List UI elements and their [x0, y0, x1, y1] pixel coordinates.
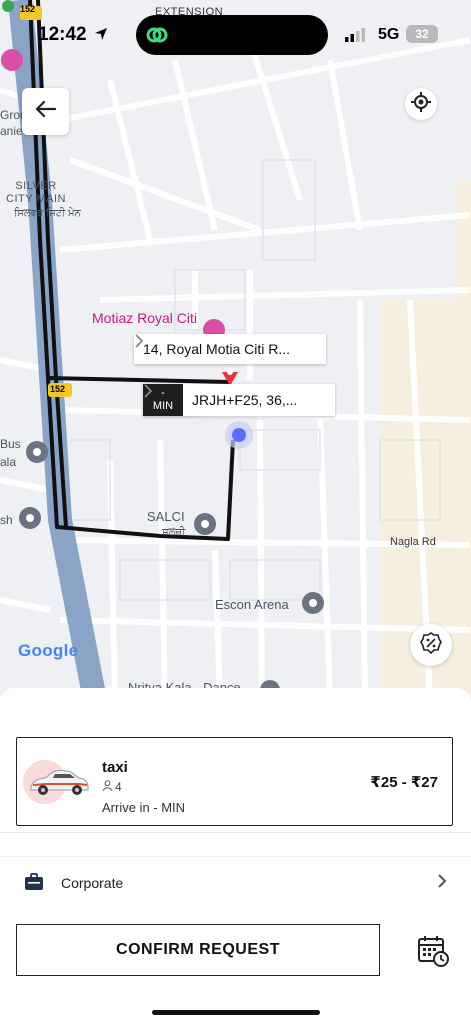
google-logo: Google: [18, 641, 79, 660]
dynamic-island: [136, 15, 328, 55]
map-label-silver-city-local: ਸਿਲਵਰ ਸਿਟੀ ਮੇਨ: [14, 208, 81, 219]
back-button[interactable]: [22, 88, 69, 135]
status-time: 12:42: [38, 24, 87, 45]
map-label-silver-city: SILVER CITY MAIN: [6, 180, 66, 205]
app-activity-icon: [144, 22, 170, 53]
schedule-calendar-icon[interactable]: [417, 935, 449, 972]
arrow-left-icon: [35, 100, 57, 123]
map-label-sh: sh: [0, 513, 13, 527]
map-label-motiaz: Motiaz Royal Citi: [92, 310, 198, 326]
payment-method-label: Corporate: [61, 875, 124, 891]
route-152-badge: 152: [50, 384, 66, 394]
chevron-right-icon: [437, 873, 447, 894]
map-label-escon-arena: Escon Arena: [215, 597, 289, 612]
pickup-address-callout[interactable]: 14, Royal Motia Citi R...: [134, 334, 326, 364]
map-label-salci-local: ਸਲਚੀ: [162, 527, 186, 538]
home-indicator: [152, 1010, 320, 1015]
map-label-nagla-rd: Nagla Rd: [390, 536, 436, 548]
crosshair-icon: [411, 91, 431, 117]
briefcase-icon: [24, 873, 44, 896]
map-label-salci: SALCI: [147, 509, 185, 524]
settings-percent-icon: [419, 631, 443, 660]
map-settings-button[interactable]: [410, 624, 452, 666]
drop-address: JRJH+F25, 36,...: [192, 392, 298, 408]
drop-address-callout[interactable]: - MIN JRJH+F25, 36,...: [143, 384, 335, 416]
ride-seat-count: 4: [115, 780, 122, 794]
drop-eta-unit: MIN: [152, 400, 174, 412]
signal-icon: [345, 28, 367, 47]
ride-seats: 4: [102, 780, 122, 794]
status-bar: 12:42 5G 32: [0, 0, 471, 66]
car-icon: [27, 767, 91, 802]
ride-fare: ₹25 - ₹27: [370, 774, 438, 791]
divider: [0, 856, 471, 857]
map-label-bus2: ala: [0, 455, 17, 469]
confirm-request-button[interactable]: CONFIRM REQUEST: [16, 924, 380, 976]
network-label: 5G: [378, 26, 400, 43]
location-arrow-icon: [94, 27, 108, 46]
battery-icon: 32: [406, 25, 438, 43]
person-icon: [102, 780, 113, 794]
ride-name: taxi: [102, 759, 128, 776]
bottom-sheet: taxi 4 Arrive in - MIN ₹25 - ₹27 Corpora…: [0, 688, 471, 1024]
ride-eta: Arrive in - MIN: [102, 800, 186, 815]
pickup-address: 14, Royal Motia Citi R...: [143, 341, 291, 357]
map-label-bus: Bus: [0, 437, 21, 451]
payment-method-row[interactable]: Corporate: [0, 866, 471, 900]
divider: [0, 832, 471, 833]
locate-me-button[interactable]: [405, 88, 437, 120]
map-label-group2: anie: [0, 124, 23, 138]
ride-option-card[interactable]: taxi 4 Arrive in - MIN ₹25 - ₹27: [16, 737, 453, 826]
map-view[interactable]: 152 152 EXTENSION Grou anie SILVER CITY …: [0, 0, 471, 700]
